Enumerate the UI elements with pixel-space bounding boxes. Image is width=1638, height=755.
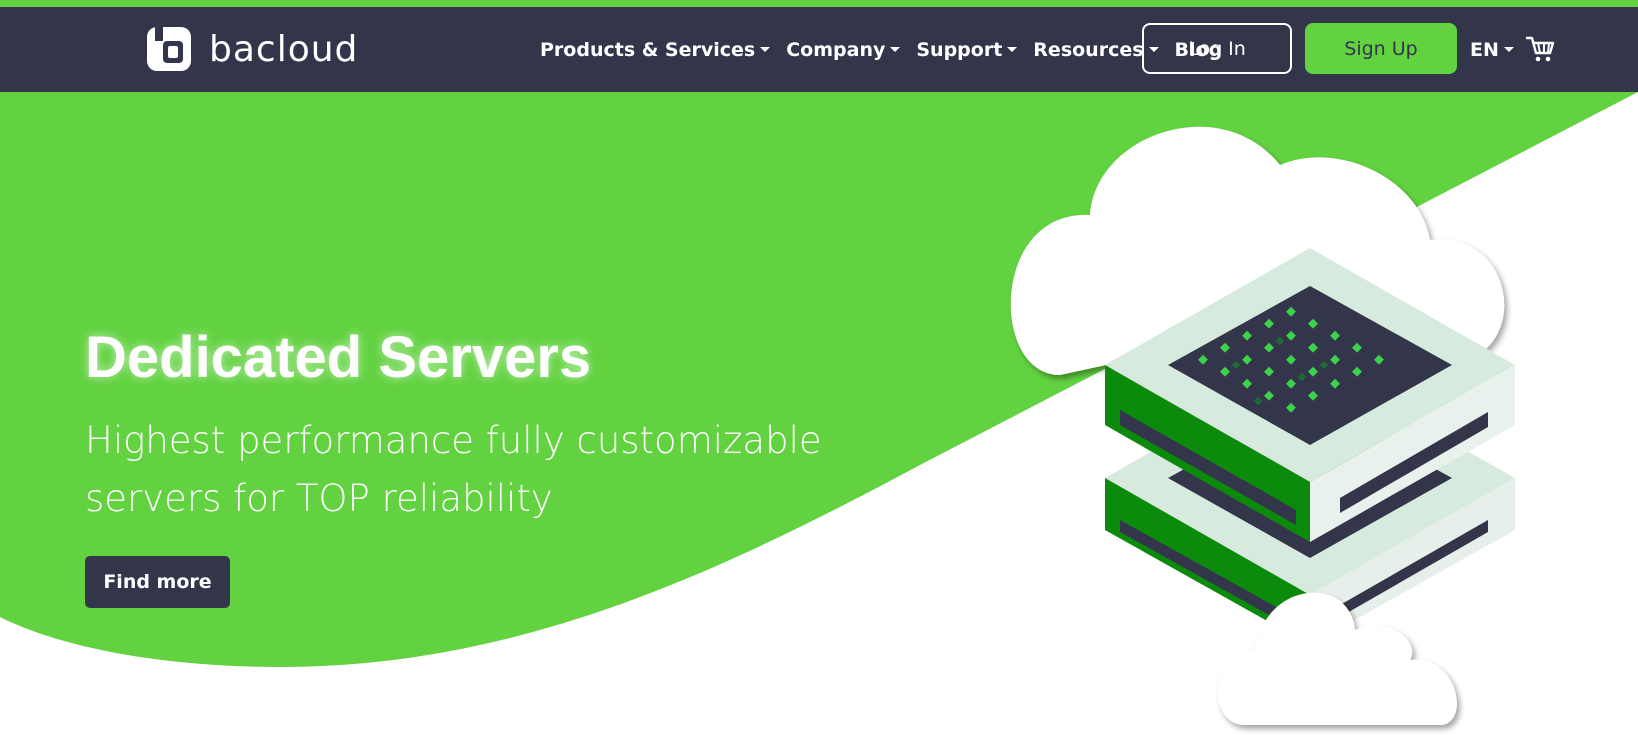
language-selector[interactable]: EN — [1470, 7, 1514, 92]
logo-mark-icon — [147, 27, 191, 71]
nav-products-services[interactable]: Products & Services — [540, 38, 771, 61]
nav-item-label: Products & Services — [540, 38, 756, 61]
nav-company[interactable]: Company — [786, 38, 901, 61]
nav-resources[interactable]: Resources — [1033, 38, 1159, 61]
caret-down-icon — [760, 47, 771, 52]
hero-title: Dedicated Servers — [85, 325, 592, 390]
server-illustration — [1010, 126, 1515, 725]
top-accent-strip — [0, 0, 1638, 7]
language-label: EN — [1470, 38, 1499, 61]
caret-down-icon — [890, 47, 901, 52]
navbar: bacloud Products & Services Company Supp… — [0, 7, 1638, 92]
brand-logo[interactable]: bacloud — [145, 25, 358, 73]
login-button[interactable]: Log In — [1142, 23, 1292, 74]
caret-down-icon — [1503, 47, 1514, 52]
nav-item-label: Resources — [1033, 38, 1144, 61]
nav-item-label: Company — [786, 38, 886, 61]
find-more-button[interactable]: Find more — [85, 556, 230, 608]
caret-down-icon — [1007, 47, 1018, 52]
brand-name: bacloud — [209, 28, 359, 70]
cart-icon[interactable] — [1525, 34, 1555, 64]
nav-support[interactable]: Support — [916, 38, 1018, 61]
nav-item-label: Support — [916, 38, 1003, 61]
main-nav: Products & Services Company Support Reso… — [540, 7, 1238, 92]
hero-subtitle: Highest performance fully customizable s… — [85, 419, 822, 520]
signup-button[interactable]: Sign Up — [1305, 23, 1457, 74]
